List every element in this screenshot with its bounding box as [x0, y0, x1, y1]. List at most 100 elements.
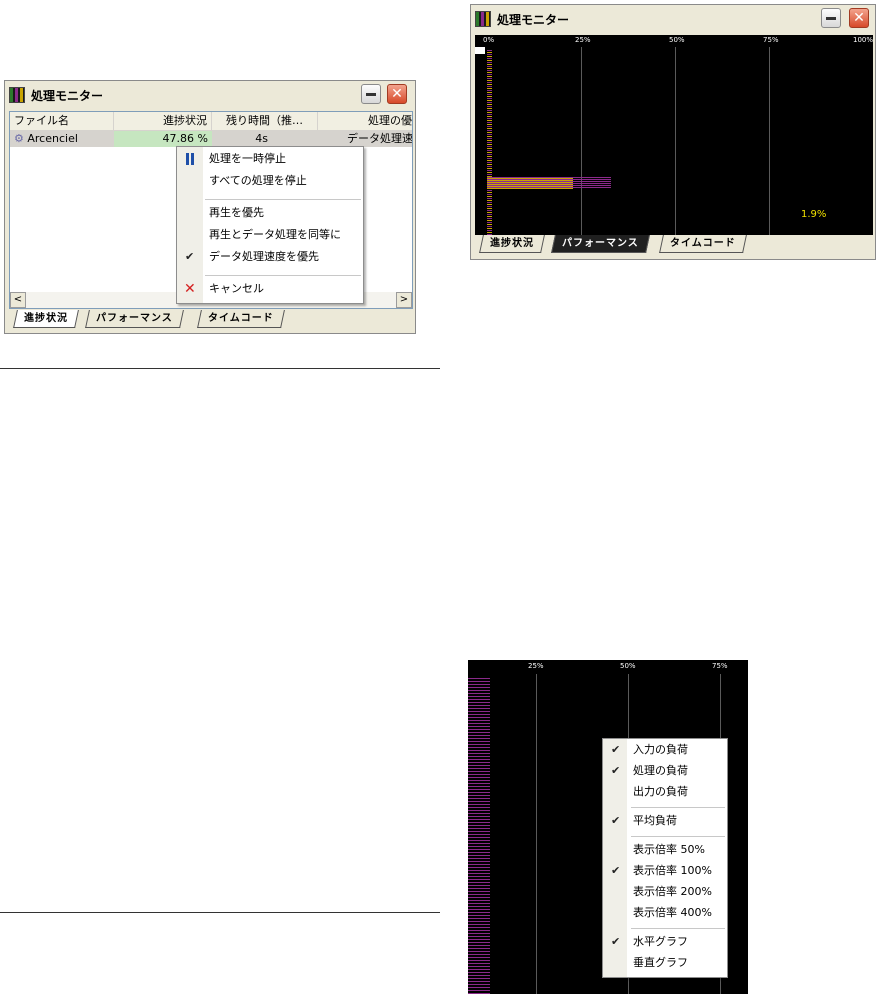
- tab-performance[interactable]: パフォーマンス: [85, 310, 184, 328]
- tab-label: パフォーマンス: [562, 238, 639, 249]
- graph-options-menu: ✔ 入力の負荷 ✔ 処理の負荷 出力の負荷 ✔ 平均負荷 表示倍率 50% ✔ …: [602, 738, 728, 978]
- menu-separator: [205, 275, 361, 276]
- close-button[interactable]: ✕: [849, 8, 869, 28]
- menu-item-label: 処理を一時停止: [209, 152, 286, 165]
- section-divider: [0, 912, 440, 913]
- table-row[interactable]: ⚙ Arcenciel 47.86 % 4s データ処理速度: [10, 131, 412, 147]
- menu-separator: [631, 928, 725, 929]
- tab-timecode[interactable]: タイムコード: [197, 310, 285, 328]
- scale-label-100: 100%: [853, 36, 873, 44]
- tab-strip: 進捗状況 パフォーマンス タイムコード: [13, 310, 313, 330]
- priority-cell: データ処理速度: [347, 132, 413, 145]
- check-icon: ✔: [611, 814, 621, 827]
- menu-item-balance[interactable]: 再生とデータ処理を同等に: [177, 225, 363, 245]
- close-button[interactable]: ✕: [387, 84, 407, 104]
- menu-item-label: 表示倍率 400%: [633, 906, 712, 919]
- check-icon: ✔: [185, 250, 195, 263]
- menu-item-zoom-50[interactable]: 表示倍率 50%: [603, 840, 727, 860]
- tab-label: タイムコード: [208, 313, 274, 324]
- menu-item-output-load[interactable]: 出力の負荷: [603, 782, 727, 802]
- menu-separator: [631, 807, 725, 808]
- column-header-priority[interactable]: 処理の優先: [318, 112, 412, 130]
- menu-item-vertical-graph[interactable]: 垂直グラフ: [603, 953, 727, 973]
- menu-item-prioritize-processing[interactable]: ✔ データ処理速度を優先: [177, 247, 363, 267]
- menu-item-label: 処理の負荷: [633, 764, 688, 777]
- load-bars: [487, 49, 492, 235]
- scroll-left-button[interactable]: <: [10, 292, 26, 308]
- scroll-right-button[interactable]: >: [396, 292, 412, 308]
- tab-progress[interactable]: 進捗状況: [13, 310, 79, 328]
- tab-label: 進捗状況: [490, 238, 534, 249]
- menu-item-label: 再生を優先: [209, 206, 264, 219]
- menu-item-label: 表示倍率 200%: [633, 885, 712, 898]
- title-bar[interactable]: 処理モニター ✕: [471, 5, 875, 33]
- tab-strip: 進捗状況 パフォーマンス タイムコード: [479, 235, 779, 255]
- list-header: ファイル名 進捗状況 残り時間（推… 処理の優先: [10, 112, 412, 131]
- menu-separator: [205, 199, 361, 200]
- scale-label-25: 25%: [575, 36, 591, 44]
- menu-item-label: 水平グラフ: [633, 935, 688, 948]
- scale-label-50: 50%: [669, 36, 685, 44]
- scale-bar: 0% 25% 50% 75% 100%: [475, 35, 873, 47]
- tab-label: 進捗状況: [24, 313, 68, 324]
- menu-item-label: 再生とデータ処理を同等に: [209, 228, 341, 241]
- menu-item-stop-all[interactable]: すべての処理を停止: [177, 171, 363, 191]
- column-header-progress[interactable]: 進捗状況: [114, 112, 212, 130]
- gridline-25: [581, 47, 582, 235]
- menu-item-prioritize-playback[interactable]: 再生を優先: [177, 203, 363, 223]
- load-bars: [468, 676, 490, 994]
- menu-item-zoom-400[interactable]: 表示倍率 400%: [603, 903, 727, 923]
- window-title: 処理モニター: [31, 89, 104, 103]
- menu-item-input-load[interactable]: ✔ 入力の負荷: [603, 740, 727, 760]
- gridline-25: [536, 674, 537, 994]
- menu-item-process-load[interactable]: ✔ 処理の負荷: [603, 761, 727, 781]
- context-menu: 処理を一時停止 すべての処理を停止 再生を優先 再生とデータ処理を同等に ✔ デ…: [176, 146, 364, 304]
- load-spike-process: [487, 177, 611, 189]
- menu-item-label: 入力の負荷: [633, 743, 688, 756]
- window-title: 処理モニター: [497, 13, 570, 27]
- menu-item-label: 表示倍率 100%: [633, 864, 712, 877]
- minimize-button[interactable]: [361, 84, 381, 104]
- menu-item-average-load[interactable]: ✔ 平均負荷: [603, 811, 727, 831]
- menu-item-label: すべての処理を停止: [209, 174, 307, 187]
- section-divider: [0, 368, 440, 369]
- file-name-cell: ⚙ Arcenciel: [10, 131, 114, 147]
- check-icon: ✔: [611, 764, 621, 777]
- performance-graph[interactable]: 0% 25% 50% 75% 100% 1.9%: [475, 35, 873, 235]
- menu-item-pause[interactable]: 処理を一時停止: [177, 149, 363, 169]
- gridline-50: [675, 47, 676, 235]
- file-name: Arcenciel: [27, 132, 78, 145]
- average-load-value: 1.9%: [801, 209, 827, 220]
- pause-icon: [185, 153, 195, 165]
- menu-separator: [631, 836, 725, 837]
- menu-item-label: データ処理速度を優先: [209, 250, 319, 263]
- tab-label: タイムコード: [670, 238, 736, 249]
- tab-performance[interactable]: パフォーマンス: [551, 235, 650, 253]
- menu-item-horizontal-graph[interactable]: ✔ 水平グラフ: [603, 932, 727, 952]
- minimize-button[interactable]: [821, 8, 841, 28]
- menu-item-label: 出力の負荷: [633, 785, 688, 798]
- range-marker: [475, 47, 485, 54]
- column-header-remaining[interactable]: 残り時間（推…: [212, 112, 318, 130]
- scale-label-75: 75%: [763, 36, 779, 44]
- monitor-window-performance: 処理モニター ✕ 0% 25% 50% 75% 100% 1.9% 進捗状況 パ…: [470, 4, 876, 260]
- app-icon: [475, 11, 491, 27]
- menu-item-zoom-200[interactable]: 表示倍率 200%: [603, 882, 727, 902]
- menu-item-label: 表示倍率 50%: [633, 843, 705, 856]
- cancel-icon: ✕: [184, 281, 196, 297]
- menu-item-label: キャンセル: [209, 282, 264, 295]
- tab-progress[interactable]: 進捗状況: [479, 235, 545, 253]
- column-header-filename[interactable]: ファイル名: [10, 112, 114, 130]
- app-icon: [9, 87, 25, 103]
- menu-item-cancel[interactable]: ✕ キャンセル: [177, 279, 363, 299]
- gridline-75: [769, 47, 770, 235]
- scale-label-0: 0%: [483, 36, 495, 44]
- scale-bar: 25% 50% 75%: [468, 660, 748, 674]
- tab-timecode[interactable]: タイムコード: [659, 235, 747, 253]
- menu-item-label: 垂直グラフ: [633, 956, 688, 969]
- title-bar[interactable]: 処理モニター ✕: [5, 81, 415, 109]
- gear-icon: ⚙: [14, 132, 24, 145]
- remaining-cell: 4s: [255, 132, 268, 145]
- menu-item-zoom-100[interactable]: ✔ 表示倍率 100%: [603, 861, 727, 881]
- check-icon: ✔: [611, 743, 621, 756]
